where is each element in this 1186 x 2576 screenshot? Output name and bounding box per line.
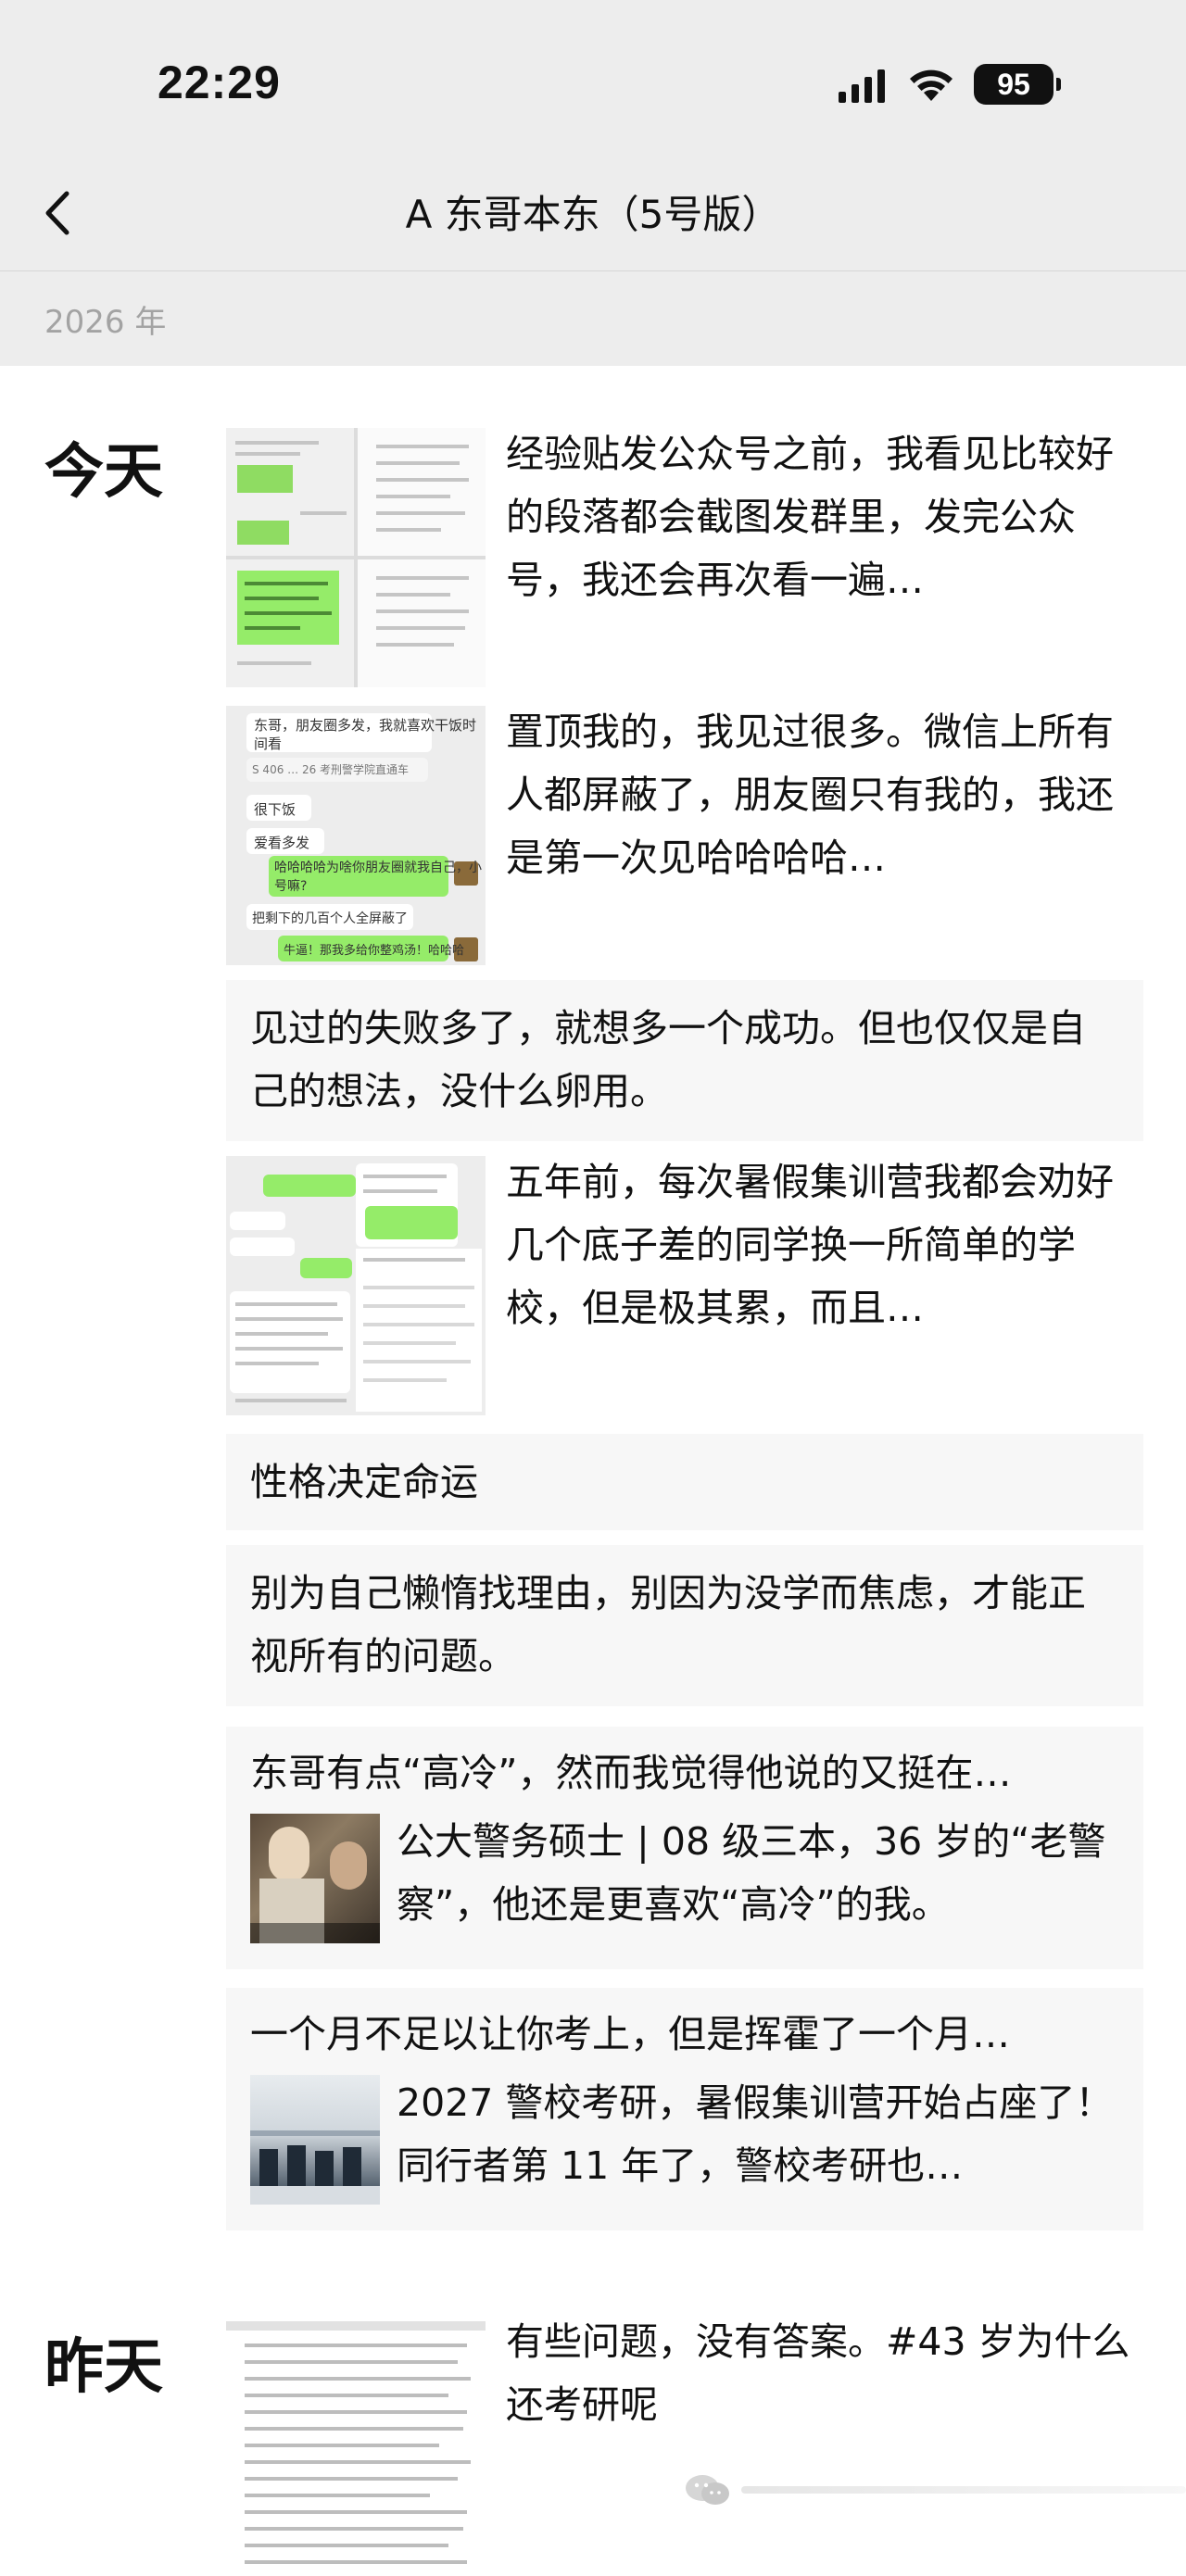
- post-text: 别为自己懒惰找理由，别因为没学而焦虑，才能正视所有的问题。: [250, 1571, 1086, 1678]
- moment-post[interactable]: 性格决定命运: [226, 1434, 1143, 1530]
- status-icons: 95: [839, 61, 1061, 107]
- post-text: 置顶我的，我见过很多。微信上所有人都屏蔽了，朋友圈只有我的，我还是第一次见哈哈哈…: [506, 710, 1114, 880]
- article-summary: 公大警务硕士 | 08 级三本，36 岁的“老警察”，他还是更喜欢“高冷”的我。: [397, 1819, 1106, 1927]
- year-label: 2026 年: [44, 304, 167, 341]
- post-text: 性格决定命运: [250, 1460, 478, 1504]
- article-thumbnail: [250, 2075, 380, 2205]
- battery-icon: 95: [974, 64, 1061, 105]
- top-bar: 22:29 95 A 东哥本东（5号版） 2026 年: [0, 0, 1186, 366]
- post-text: 经验贴发公众号之前，我看见比较好的段落都会截图发群里，发完公众号，我还会再次看一…: [506, 432, 1114, 602]
- day-label-yesterday: 昨天: [44, 2333, 163, 2402]
- moment-post[interactable]: 见过的失败多了，就想多一个成功。但也仅仅是自己的想法，没什么卵用。: [226, 980, 1143, 1141]
- post-text: 五年前，每次暑假集训营我都会劝好几个底子差的同学换一所简单的学校，但是极其累，而…: [506, 1160, 1114, 1330]
- post-image-grid: [226, 428, 486, 687]
- day-label-today: 今天: [44, 438, 163, 507]
- wechat-watermark-icon: [686, 2475, 729, 2505]
- moment-post[interactable]: 别为自己懒惰找理由，别因为没学而焦虑，才能正视所有的问题。: [226, 1545, 1143, 1706]
- post-image-document: [226, 2316, 486, 2576]
- post-text: 东哥有点“高冷”，然而我觉得他说的又挺在…: [250, 1751, 1012, 1795]
- wifi-icon: [910, 69, 953, 101]
- header-divider: [0, 270, 1186, 271]
- watermark-bar: [741, 2486, 1186, 2494]
- shared-article-post[interactable]: 东哥有点“高冷”，然而我觉得他说的又挺在… 公大警务硕士 | 08 级三本，36…: [226, 1727, 1143, 1969]
- post-image-chat: [226, 1156, 486, 1415]
- article-summary: 2027 警校考研，暑假集训营开始占座了！同行者第 11 年了，警校考研也…: [397, 2080, 1114, 2188]
- post-text: 见过的失败多了，就想多一个成功。但也仅仅是自己的想法，没什么卵用。: [250, 1006, 1086, 1113]
- status-time: 22:29: [158, 57, 281, 108]
- post-image-chat: 东哥，朋友圈多发，我就喜欢干饭时 间看 S 406 … 26 考刑警学院直通车 …: [226, 706, 486, 965]
- moment-post[interactable]: 经验贴发公众号之前，我看见比较好的段落都会截图发群里，发完公众号，我还会再次看一…: [226, 428, 1143, 687]
- page-title: A 东哥本东（5号版）: [405, 192, 781, 237]
- wechat-watermark: [684, 2471, 1186, 2508]
- post-text: 有些问题，没有答案。#43 岁为什么还考研呢: [506, 2319, 1130, 2427]
- shared-article-post[interactable]: 一个月不足以让你考上，但是挥霍了一个月… 2027 警校考研，暑假集训营开始占座…: [226, 1988, 1143, 2230]
- post-text: 一个月不足以让你考上，但是挥霍了一个月…: [250, 2012, 1010, 2056]
- article-thumbnail: [250, 1814, 380, 1943]
- moment-post[interactable]: 五年前，每次暑假集训营我都会劝好几个底子差的同学换一所简单的学校，但是极其累，而…: [226, 1156, 1143, 1415]
- signal-icon: [839, 66, 885, 103]
- moment-post[interactable]: 有些问题，没有答案。#43 岁为什么还考研呢: [226, 2316, 1143, 2576]
- moment-post[interactable]: 东哥，朋友圈多发，我就喜欢干饭时 间看 S 406 … 26 考刑警学院直通车 …: [226, 706, 1143, 965]
